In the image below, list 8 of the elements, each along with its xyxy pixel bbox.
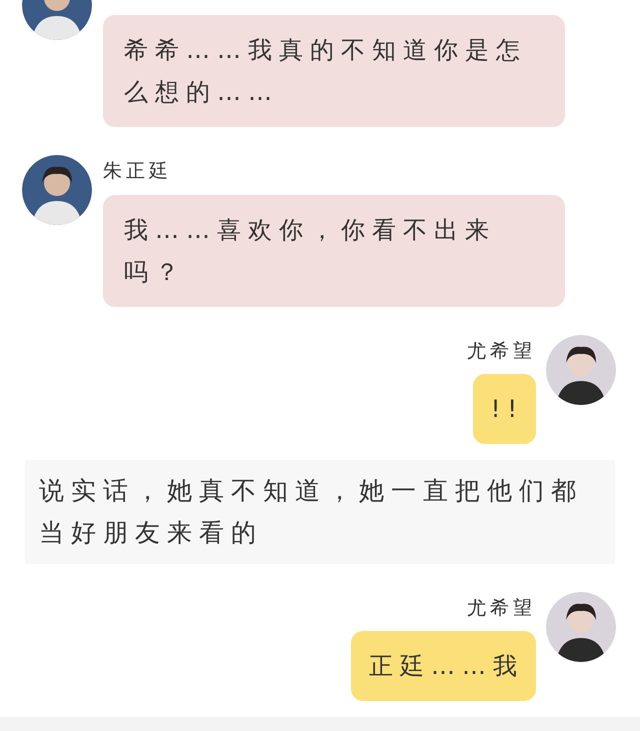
message-bubble: 希希……我真的不知道你是怎么想的…… <box>103 15 565 127</box>
sender-name: 朱正廷 <box>103 159 172 182</box>
message-bubble: 我……喜欢你，你看不出来吗？ <box>103 195 565 307</box>
message-bubble: 正廷……我 <box>351 631 536 701</box>
sender-name: 尤希望 <box>467 596 536 619</box>
message-bubble: !! <box>472 374 536 444</box>
sender-name: 尤希望 <box>467 339 536 362</box>
narration-text: 说实话，她真不知道，她一直把他们都当好朋友来看的 <box>25 460 615 564</box>
